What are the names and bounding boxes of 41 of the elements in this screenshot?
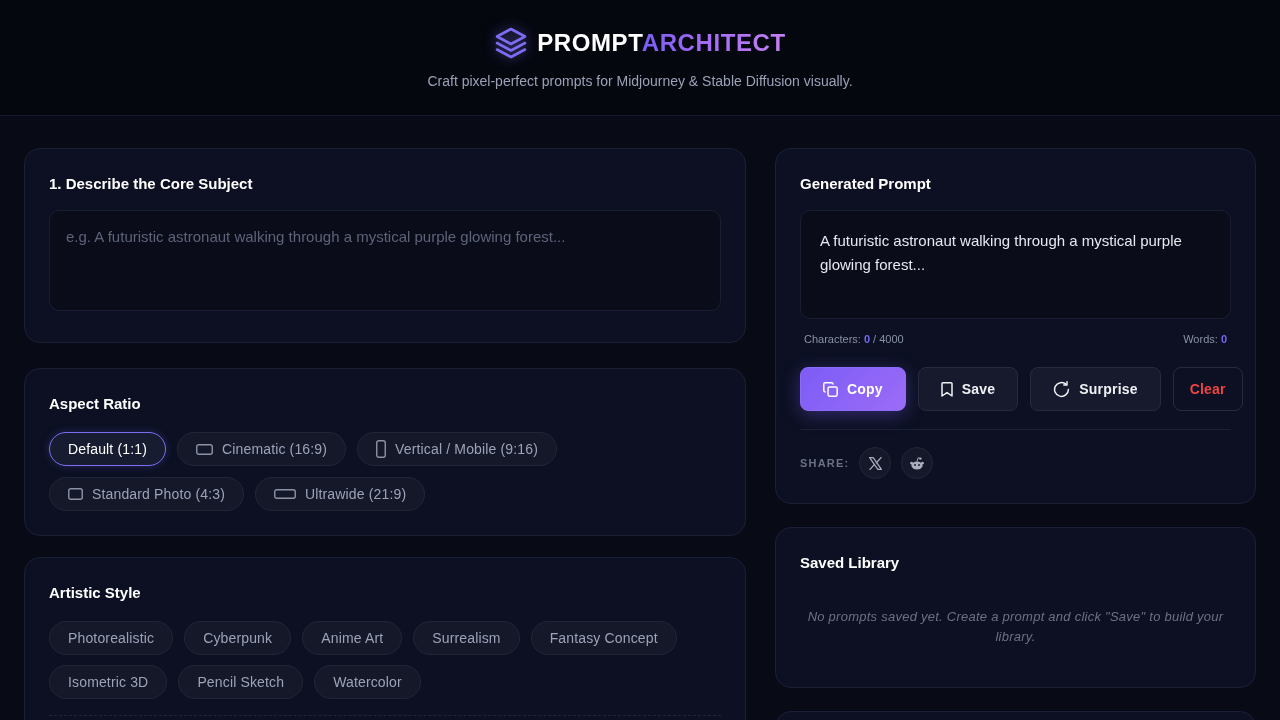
style-chip[interactable]: Watercolor: [314, 665, 421, 699]
stacked-layers-icon: [494, 27, 529, 59]
word-count: Words: 0: [1183, 332, 1227, 347]
card-title: Artistic Style: [49, 583, 142, 603]
aspect-ratio-chip[interactable]: Ultrawide (21:9): [255, 477, 426, 511]
style-chip[interactable]: Anime Art: [302, 621, 403, 655]
bookmark-icon: [940, 381, 953, 397]
aspect-ratio-chip[interactable]: Default (1:1): [49, 432, 166, 466]
card-title: Generated Prompt: [800, 174, 932, 194]
share-button[interactable]: [859, 447, 892, 479]
style-chip[interactable]: Isometric 3D: [49, 665, 168, 699]
share-button[interactable]: [901, 447, 934, 479]
aspect-ratio-chip[interactable]: Cinematic (16:9): [177, 432, 347, 466]
style-chip[interactable]: Pencil Sketch: [178, 665, 304, 699]
share-label: SHARE:: [800, 457, 850, 469]
card-title: 1. Describe the Core Subject: [49, 174, 254, 194]
copy-icon: [823, 381, 838, 397]
prompt-text: A futuristic astronaut walking through a mystical purple glowing forest...: [820, 231, 1183, 275]
subject-field[interactable]: e.g. A futuristic astronaut walking through a mystical purple glowing forest...: [49, 210, 721, 311]
empty-library-message: No prompts saved yet. Create a prompt and click "Save" to build your library.: [806, 608, 1225, 646]
surprise-button[interactable]: Surprise: [1030, 367, 1161, 411]
card-title: Aspect Ratio: [49, 394, 142, 414]
refresh-icon: [1053, 380, 1071, 398]
landscape-rectangle-icon: [196, 443, 213, 455]
style-chip[interactable]: Cyberpunk: [184, 621, 292, 655]
tagline: Craft pixel-perfect prompts for Midjourney & Stable Diffusion visually.: [427, 72, 853, 91]
style-chip[interactable]: Photorealistic: [49, 621, 174, 655]
portrait-rectangle-icon: [376, 440, 387, 458]
aspect-ratio-chip[interactable]: Standard Photo (4:3): [49, 477, 244, 511]
wide-rectangle-icon: [274, 489, 296, 499]
style-chip[interactable]: Fantasy Concept: [530, 621, 677, 655]
save-button[interactable]: Save: [917, 367, 1019, 411]
alien-face-icon: [910, 456, 925, 470]
card-title: Saved Library: [800, 553, 901, 573]
style-chip[interactable]: Surrealism: [413, 621, 520, 655]
character-count: Characters: 0 / 4000: [804, 332, 904, 347]
x-letter-icon: [868, 456, 882, 470]
rectangle-icon: [68, 488, 83, 500]
aspect-ratio-chip[interactable]: Vertical / Mobile (9:16): [357, 432, 557, 466]
clear-button[interactable]: Clear: [1172, 367, 1243, 411]
copy-button[interactable]: Copy: [800, 367, 906, 411]
